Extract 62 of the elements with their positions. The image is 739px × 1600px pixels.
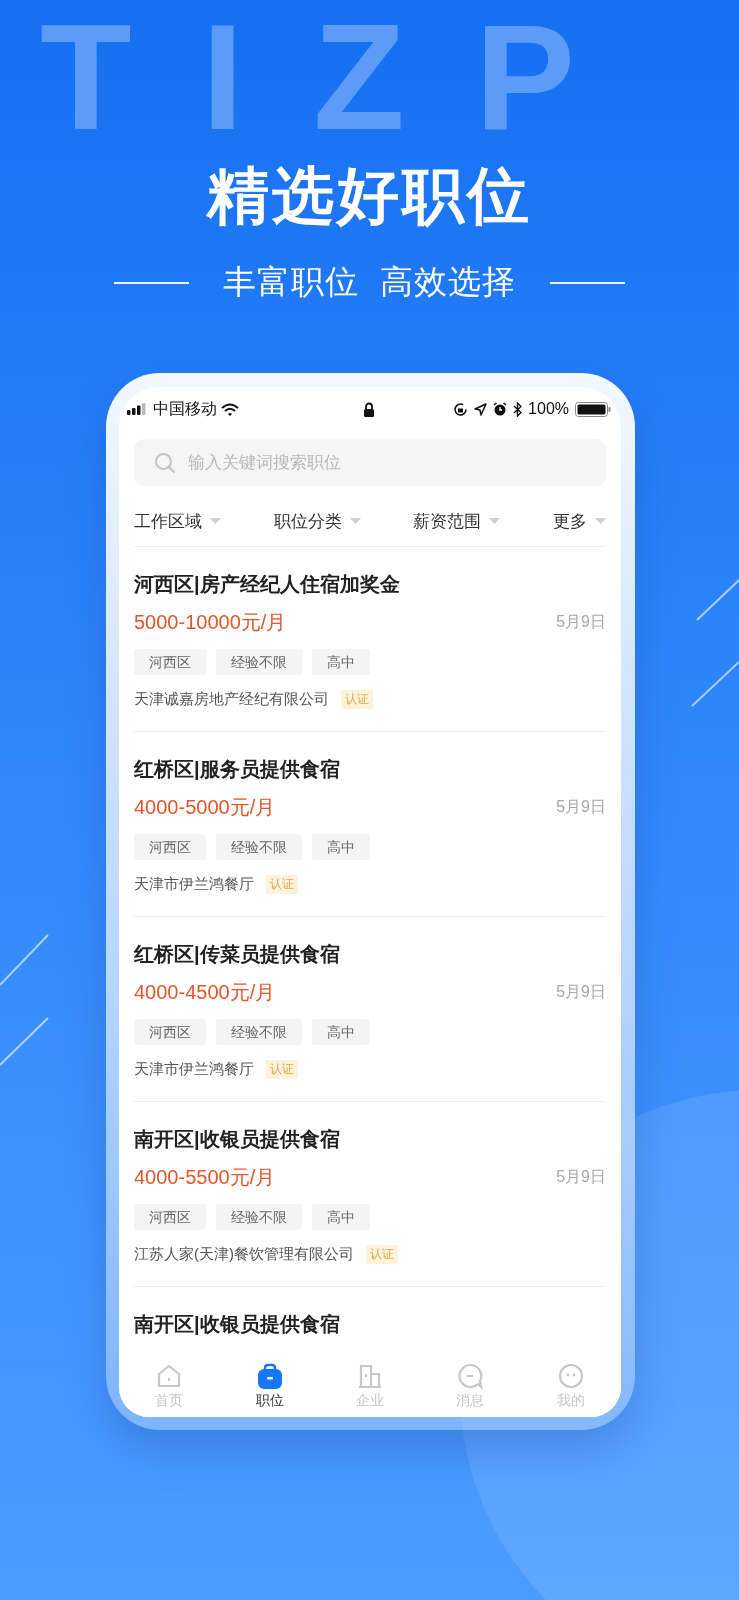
battery-icon (575, 401, 611, 417)
job-title[interactable]: 南开区|收银员提供食宿 (134, 1311, 606, 1337)
company-name: 天津市伊兰鸿餐厅 (134, 1059, 254, 1079)
job-tag: 经验不限 (216, 1019, 302, 1045)
backdrop-lettering: TIZP (40, 2, 645, 152)
caret-icon (489, 518, 501, 524)
verified-badge: 认证 (341, 689, 373, 709)
post-date: 5月9日 (556, 981, 606, 1002)
job-tag: 河西区 (134, 834, 206, 860)
bluetooth-icon (513, 401, 523, 417)
verified-badge: 认证 (266, 1059, 298, 1079)
rotation-lock-icon (453, 401, 469, 417)
company-name: 天津市伊兰鸿餐厅 (134, 874, 254, 894)
salary: 4000-5000元/月 (134, 795, 276, 820)
job-tag: 经验不限 (216, 1204, 302, 1230)
verified-badge: 认证 (266, 874, 298, 894)
caret-icon (594, 518, 606, 524)
search-icon (154, 451, 176, 474)
headline: 精选好职位 (207, 160, 532, 232)
search-input[interactable]: 输入关键词搜索职位 (186, 451, 586, 474)
job-tag: 经验不限 (216, 649, 302, 675)
company-name: 江苏人家(天津)餐饮管理有限公司 (134, 1244, 354, 1264)
subtitle: 丰富职位 高效选择 (223, 262, 516, 302)
job-tag: 高中 (312, 1019, 370, 1045)
alarm-icon (493, 402, 508, 416)
post-date: 5月9日 (556, 796, 606, 817)
salary: 4000-5500元/月 (134, 1165, 276, 1190)
job-tag: 河西区 (134, 1204, 206, 1230)
job-tag: 高中 (312, 649, 370, 675)
job-tag: 高中 (312, 1204, 370, 1230)
job-title[interactable]: 红桥区|传菜员提供食宿 (134, 941, 606, 967)
filter-dropdown[interactable]: 薪资范围 (413, 509, 501, 533)
company-name: 天津诚嘉房地产经纪有限公司 (134, 689, 329, 709)
job-title[interactable]: 河西区|房产经纪人住宿加奖金 (134, 571, 606, 597)
lock-icon (363, 401, 375, 417)
tab-item[interactable]: 职位 (219, 1355, 320, 1417)
filter-dropdown[interactable]: 工作区域 (134, 509, 221, 533)
job-title[interactable]: 南开区|收银员提供食宿 (134, 1126, 606, 1152)
location-icon (474, 402, 488, 416)
job-tag: 经验不限 (216, 834, 302, 860)
salary: 5000-10000元/月 (134, 610, 287, 635)
battery-percent: 100% (528, 400, 569, 418)
caret-icon (210, 518, 221, 524)
face-icon (556, 1362, 585, 1390)
job-tag: 河西区 (134, 649, 206, 675)
post-date: 5月9日 (556, 1166, 606, 1187)
signal-icon (127, 403, 149, 415)
job-tag: 高中 (312, 834, 370, 860)
carrier-name: 中国移动 (153, 398, 217, 419)
bag-icon (255, 1362, 284, 1390)
filter-dropdown[interactable]: 职位分类 (273, 509, 361, 533)
filter-dropdown[interactable]: 更多 (552, 509, 606, 533)
post-date: 5月9日 (556, 611, 606, 632)
verified-badge: 认证 (366, 1244, 398, 1264)
wifi-icon (221, 402, 239, 416)
search-field[interactable]: 输入关键词搜索职位 (134, 439, 606, 486)
job-tag: 河西区 (134, 1019, 206, 1045)
building-icon (356, 1362, 384, 1390)
salary: 4000-4500元/月 (134, 980, 276, 1005)
job-title[interactable]: 红桥区|服务员提供食宿 (134, 756, 606, 782)
caret-icon (349, 518, 361, 524)
chat-icon (456, 1362, 485, 1390)
